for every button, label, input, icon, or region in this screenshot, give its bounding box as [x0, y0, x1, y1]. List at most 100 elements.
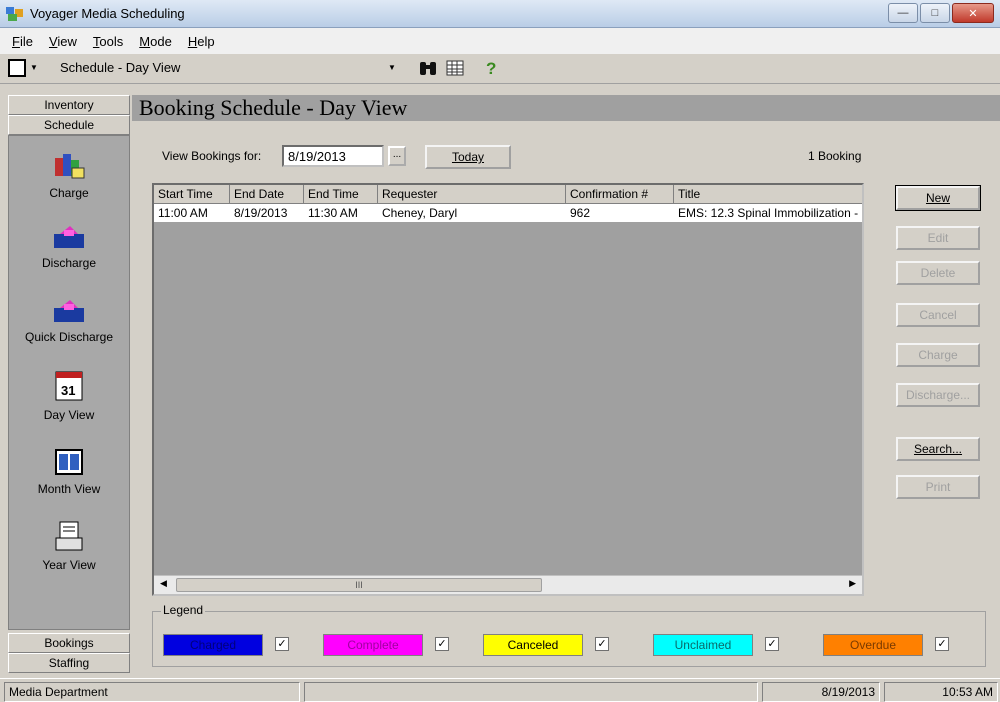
column-header-start-time[interactable]: Start Time — [154, 185, 230, 204]
column-header-end-time[interactable]: End Time — [304, 185, 378, 204]
calendar-day-icon: 31 — [55, 371, 83, 401]
legend-swatch-charged: Charged — [163, 634, 263, 656]
legend-checkbox-complete[interactable]: ✓ — [435, 637, 449, 651]
legend-checkbox-overdue[interactable]: ✓ — [935, 637, 949, 651]
status-bar: Media Department 8/19/2013 10:53 AM — [0, 678, 1000, 702]
nav-item-quick-discharge[interactable]: Quick Discharge — [9, 298, 129, 344]
nav-item-month-view[interactable]: Month View — [9, 446, 129, 496]
menu-mode[interactable]: Mode — [131, 34, 180, 49]
view-selector[interactable]: Schedule - Day View — [60, 60, 410, 78]
cell-requester: Cheney, Daryl — [382, 206, 458, 220]
column-header-end-date[interactable]: End Date — [230, 185, 304, 204]
legend-title: Legend — [161, 603, 206, 617]
nav-tab-schedule[interactable]: Schedule — [8, 115, 130, 135]
column-header-title[interactable]: Title — [674, 185, 862, 204]
legend-checkbox-charged[interactable]: ✓ — [275, 637, 289, 651]
delete-button[interactable]: Delete — [896, 261, 980, 285]
main-area: View Bookings for: 8/19/2013 ... Today 1… — [132, 121, 1000, 677]
menu-tools[interactable]: Tools — [85, 34, 131, 49]
nav-tab-staffing[interactable]: Staffing — [8, 653, 130, 673]
nav-item-label: Charge — [49, 186, 89, 200]
legend-checkbox-canceled[interactable]: ✓ — [595, 637, 609, 651]
cell-confirmation: 962 — [570, 206, 591, 220]
today-button[interactable]: Today — [425, 145, 511, 169]
binoculars-icon[interactable] — [418, 59, 438, 77]
nav-item-charge[interactable]: Charge — [9, 150, 129, 200]
legend-swatch-unclaimed: Unclaimed — [653, 634, 753, 656]
date-field[interactable]: 8/19/2013 — [282, 145, 384, 167]
new-document-icon[interactable] — [8, 59, 26, 77]
left-navigation: Inventory Schedule Charge Discharge Quic… — [8, 95, 130, 677]
cancel-button[interactable]: Cancel — [896, 303, 980, 327]
svg-text:31: 31 — [61, 383, 75, 398]
charge-icon — [55, 154, 85, 179]
nav-item-discharge[interactable]: Discharge — [9, 224, 129, 270]
quick-discharge-icon — [54, 300, 84, 322]
minimize-icon: — — [897, 7, 909, 19]
cell-end-date: 8/19/2013 — [234, 206, 288, 220]
minimize-button[interactable]: — — [888, 3, 918, 23]
calendar-month-icon — [55, 449, 83, 475]
legend-swatch-overdue: Overdue — [823, 634, 923, 656]
booking-count: 1 Booking — [808, 149, 862, 163]
nav-tab-bookings[interactable]: Bookings — [8, 633, 130, 653]
menu-file[interactable]: File — [4, 34, 41, 49]
scroll-right-icon[interactable]: ▶ — [849, 578, 856, 589]
discharge-icon — [54, 226, 84, 248]
nav-item-label: Discharge — [41, 256, 97, 270]
table-row[interactable]: 11:00 AM 8/19/2013 11:30 AM Cheney, Dary… — [154, 204, 862, 222]
nav-item-label: Quick Discharge — [24, 330, 114, 344]
date-picker-button[interactable]: ... — [388, 146, 406, 166]
nav-item-label: Year View — [42, 558, 96, 572]
search-button[interactable]: Search... — [896, 437, 980, 461]
page-title: Booking Schedule - Day View — [139, 95, 408, 120]
menu-bar: File View Tools Mode Help — [0, 28, 1000, 54]
maximize-button[interactable]: □ — [920, 3, 950, 23]
status-date: 8/19/2013 — [762, 682, 880, 702]
cell-title: EMS: 12.3 Spinal Immobilization - — [678, 206, 859, 220]
nav-item-label: Day View — [43, 408, 95, 422]
scroll-left-icon[interactable]: ◀ — [160, 578, 167, 589]
print-button[interactable]: Print — [896, 475, 980, 499]
window-title: Voyager Media Scheduling — [30, 6, 185, 21]
view-selector-arrow-icon[interactable]: ▼ — [388, 63, 396, 72]
close-icon: ✕ — [968, 7, 978, 20]
close-button[interactable]: ✕ — [952, 3, 994, 23]
app-icon — [6, 7, 23, 21]
new-dropdown-arrow-icon[interactable]: ▼ — [30, 63, 38, 72]
new-button[interactable]: New — [895, 185, 981, 211]
grid-view-icon[interactable] — [446, 59, 464, 77]
title-bar: Voyager Media Scheduling — □ ✕ — [0, 0, 1000, 28]
legend-group: Legend Charged ✓ Complete ✓ Canceled ✓ U… — [152, 603, 986, 667]
menu-view[interactable]: View — [41, 34, 85, 49]
column-header-confirmation[interactable]: Confirmation # — [566, 185, 674, 204]
charge-button[interactable]: Charge — [896, 343, 980, 367]
cell-end-time: 11:30 AM — [308, 206, 358, 220]
discharge-button[interactable]: Discharge... — [896, 383, 980, 407]
nav-panel: Charge Discharge Quick Discharge 31 Day … — [8, 135, 130, 630]
edit-button[interactable]: Edit — [896, 226, 980, 250]
bookings-grid[interactable]: Start Time End Date End Time Requester C… — [152, 183, 864, 596]
scroll-thumb[interactable]: III — [176, 578, 542, 592]
grid-header: Start Time End Date End Time Requester C… — [154, 185, 862, 204]
page-header: Booking Schedule - Day View — [132, 95, 1000, 121]
calendar-year-icon — [55, 521, 83, 551]
legend-swatch-complete: Complete — [323, 634, 423, 656]
maximize-icon: □ — [931, 7, 939, 19]
nav-item-day-view[interactable]: 31 Day View — [9, 368, 129, 422]
horizontal-scrollbar[interactable]: ◀ III ▶ — [154, 575, 862, 594]
status-time: 10:53 AM — [884, 682, 998, 702]
menu-help[interactable]: Help — [180, 34, 223, 49]
legend-checkbox-unclaimed[interactable]: ✓ — [765, 637, 779, 651]
nav-item-label: Month View — [37, 482, 101, 496]
toolbar: ▼ Schedule - Day View ▼ ? — [0, 54, 1000, 84]
nav-tab-inventory[interactable]: Inventory — [8, 95, 130, 115]
help-icon[interactable]: ? — [484, 58, 500, 78]
svg-text:?: ? — [486, 59, 496, 78]
column-header-requester[interactable]: Requester — [378, 185, 566, 204]
nav-item-year-view[interactable]: Year View — [9, 520, 129, 572]
legend-swatch-canceled: Canceled — [483, 634, 583, 656]
status-empty-pane — [304, 682, 758, 702]
status-department: Media Department — [4, 682, 300, 702]
cell-start-time: 11:00 AM — [158, 206, 208, 220]
